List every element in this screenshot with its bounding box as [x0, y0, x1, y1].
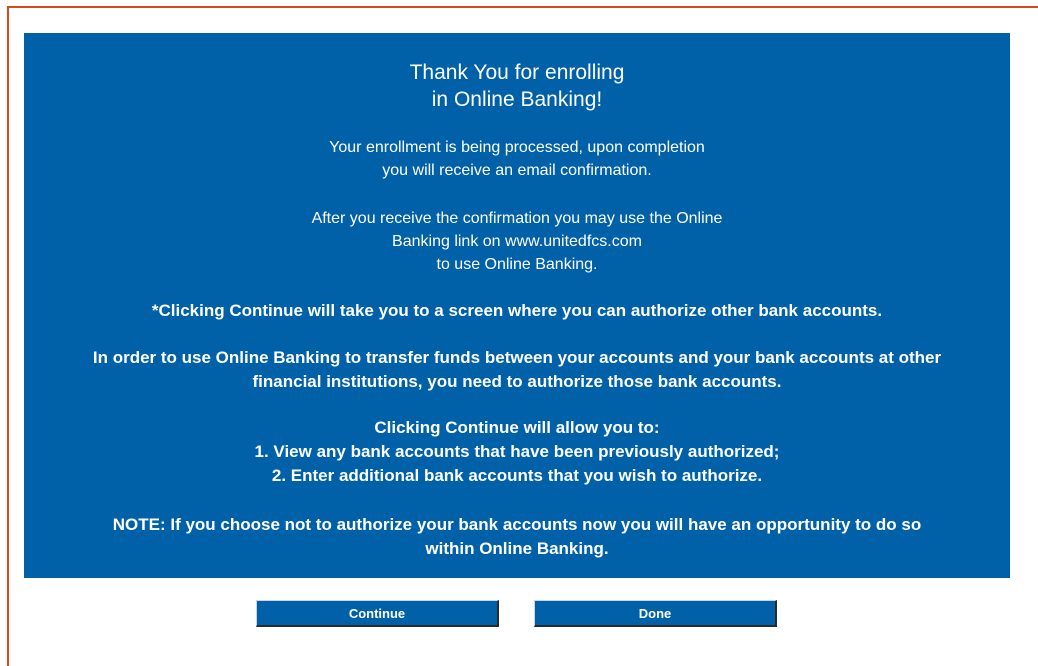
transfer-note-line-1: In order to use Online Banking to transf… [92, 348, 942, 367]
authorization-note-line-2: within Online Banking. [425, 539, 609, 558]
processing-line-2: you will receive an email confirmation. [382, 162, 652, 179]
transfer-note: In order to use Online Banking to transf… [24, 346, 1010, 394]
processing-line-1: Your enrollment is being processed, upon… [329, 139, 705, 156]
page-title: Thank You for enrolling in Online Bankin… [24, 59, 1010, 113]
continue-allows-item-1: 1. View any bank accounts that have been… [254, 442, 780, 461]
processing-message: Your enrollment is being processed, upon… [24, 136, 1010, 182]
done-button[interactable]: Done [534, 600, 777, 627]
after-confirmation-message: After you receive the confirmation you m… [24, 207, 1010, 276]
continue-allows-list: Clicking Continue will allow you to: 1. … [24, 416, 1010, 488]
transfer-note-line-2: financial institutions, you need to auth… [252, 372, 782, 391]
title-line-1: Thank You for enrolling [409, 61, 625, 84]
after-confirmation-line-1: After you receive the confirmation you m… [311, 210, 723, 227]
continue-note: *Clicking Continue will take you to a sc… [24, 299, 1010, 323]
authorization-note: NOTE: If you choose not to authorize you… [24, 513, 1010, 561]
continue-note-text: *Clicking Continue will take you to a sc… [151, 301, 883, 320]
continue-allows-heading: Clicking Continue will allow you to: [374, 418, 660, 437]
authorization-note-line-1: NOTE: If you choose not to authorize you… [112, 515, 922, 534]
continue-allows-item-2: 2. Enter additional bank accounts that y… [271, 466, 763, 485]
continue-button[interactable]: Continue [256, 600, 499, 627]
title-line-2: in Online Banking! [431, 88, 603, 111]
after-confirmation-line-2: Banking link on www.unitedfcs.com [392, 233, 642, 250]
after-confirmation-line-3: to use Online Banking. [436, 256, 598, 273]
enrollment-confirmation-panel: Thank You for enrolling in Online Bankin… [24, 33, 1010, 578]
